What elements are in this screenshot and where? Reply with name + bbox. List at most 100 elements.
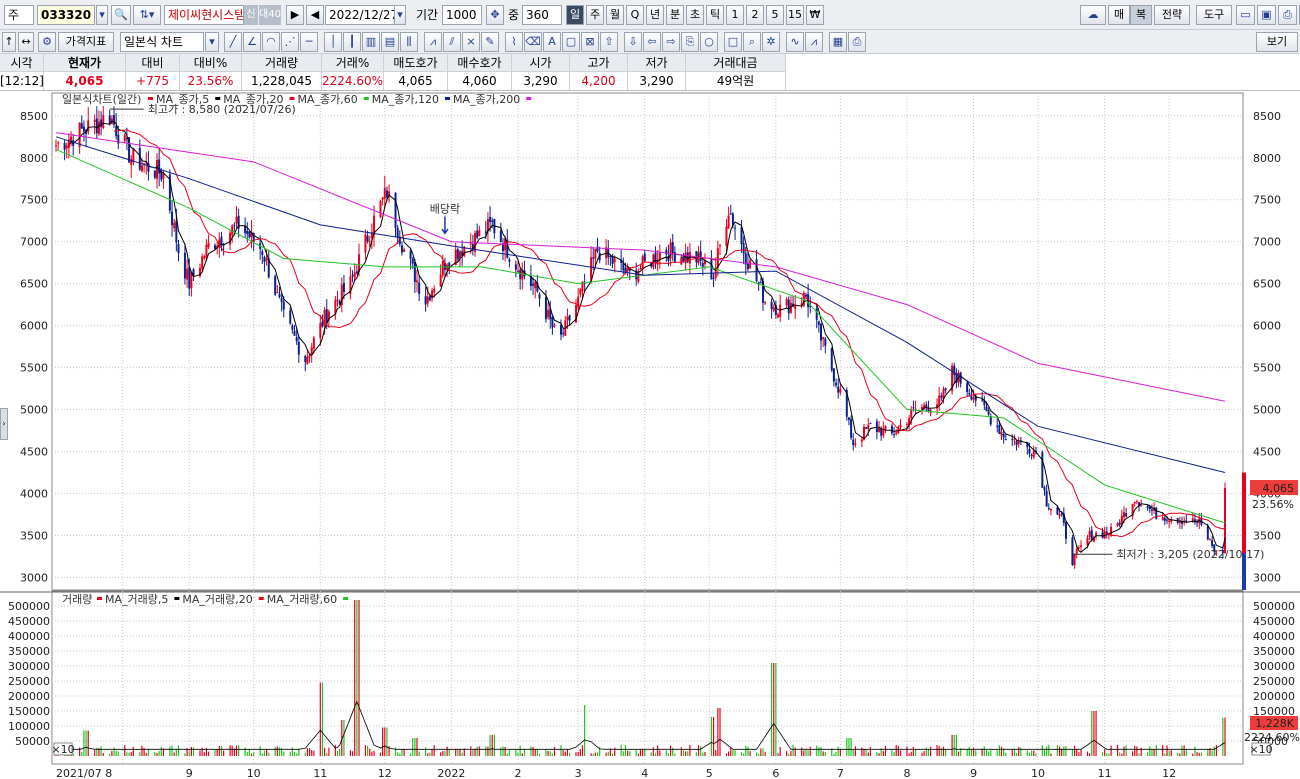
zigzag-tool-button[interactable]: ⩘ — [805, 32, 823, 52]
x-tick-label: 7 — [837, 767, 844, 779]
view-button[interactable]: 보기 — [1256, 32, 1298, 52]
volume-bar — [446, 746, 448, 756]
toolbar-right-button-1[interactable]: 복 — [1130, 5, 1152, 25]
period-button-4[interactable]: 년 — [646, 5, 664, 25]
period-button-8[interactable]: 1 — [726, 5, 744, 25]
price-tick-right: 7000 — [1253, 236, 1281, 249]
pencil-tool-button[interactable]: ✎ — [481, 32, 499, 52]
arrow-up-tool-button[interactable]: ⇧ — [600, 32, 618, 52]
market-select[interactable]: 주 — [4, 5, 34, 25]
volume-bar — [654, 752, 657, 756]
horizontal-line-tool-button[interactable]: ─ — [300, 32, 318, 52]
arrow-right-tool-button[interactable]: ⇨ — [662, 32, 680, 52]
text-tool-button[interactable]: A — [543, 32, 561, 52]
stock-code-input[interactable]: 033320 — [37, 5, 95, 25]
vertical-line-tool-button[interactable]: │ — [324, 32, 342, 52]
volume-bar — [577, 751, 579, 756]
arc-tool-button[interactable]: ◠ — [262, 32, 280, 52]
arrow-down-tool-button[interactable]: ⇩ — [624, 32, 642, 52]
printer-tool-button[interactable]: ⎙ — [848, 32, 866, 52]
period-button-9[interactable]: 2 — [746, 5, 764, 25]
candle-2022-10-04 — [1043, 487, 1046, 491]
channel-tool-button[interactable]: ⫼ — [400, 32, 418, 52]
toolbar-right-button-2[interactable]: 전략 — [1154, 5, 1190, 25]
period-button-5[interactable]: 분 — [666, 5, 684, 25]
eraser-tool-button[interactable]: ⌫ — [524, 32, 542, 52]
date-input[interactable]: 2022/12/27 — [325, 5, 395, 25]
period-button-11[interactable]: 15 — [786, 5, 804, 25]
code-dropdown-button[interactable]: ▾ — [96, 5, 108, 25]
prev-stock-button[interactable]: ◀ — [306, 5, 324, 25]
brush-tool-button[interactable]: ⌇ — [505, 32, 523, 52]
candle-2022-05-10 — [727, 215, 730, 229]
period-button-12[interactable]: ₩ — [806, 5, 824, 25]
magnify-tool-button[interactable]: ⊠ — [581, 32, 599, 52]
period-adjust-button[interactable]: ✥ — [486, 5, 504, 25]
period-button-2[interactable]: 월 — [606, 5, 624, 25]
settings-button[interactable]: ⚙ — [38, 32, 56, 52]
pitchfork-tool-button[interactable]: ⩘ — [424, 32, 442, 52]
volume-bar — [145, 752, 147, 756]
zoom-icon: ⌕ — [748, 35, 756, 48]
save-button[interactable]: ▣ — [1257, 5, 1276, 25]
cloud-button[interactable]: ☁ — [1080, 5, 1106, 25]
chart-area[interactable]: 8500 85008000 80007500 75007000 70006500 6500… — [0, 91, 1300, 779]
zoom-tool-button[interactable]: ⌕ — [743, 32, 761, 52]
expand-button[interactable]: ↔ — [18, 32, 34, 52]
volume-bar — [650, 752, 652, 756]
chart-type-dropdown-button[interactable]: ▾ — [205, 32, 219, 52]
volume-bar — [296, 753, 298, 756]
parallel-tool-button[interactable]: ⫽ — [443, 32, 461, 52]
next-stock-button[interactable]: ▶ — [286, 5, 304, 25]
candle-2022-11-16 — [1135, 501, 1138, 503]
period-button-7[interactable]: 틱 — [706, 5, 724, 25]
grid-lines-tool-button[interactable]: ▥ — [362, 32, 380, 52]
volume-tick-right: 350000 — [1253, 645, 1295, 658]
toolbar-right-button-3[interactable]: 도구 — [1196, 5, 1232, 25]
side-panel-toggle[interactable]: › — [0, 408, 8, 440]
toolbar-right-button-0[interactable]: 매 — [1108, 5, 1130, 25]
scroll-up-button[interactable]: ↑ — [2, 32, 16, 52]
chart-tool-button[interactable]: ▦ — [829, 32, 847, 52]
box-tool-button[interactable]: ▢ — [562, 32, 580, 52]
vertical-lines-tool-button[interactable]: ┃ — [343, 32, 361, 52]
period-button-1[interactable]: 주 — [586, 5, 604, 25]
volume-bar — [147, 749, 150, 756]
note-tool-button[interactable]: ⎘ — [681, 32, 699, 52]
rectangle-tool-button[interactable]: □ — [724, 32, 742, 52]
overlap-input[interactable]: 360 — [522, 5, 562, 25]
price-indicator-button[interactable]: 가격지표 — [58, 32, 114, 52]
search-button[interactable]: 🔍 — [111, 5, 131, 25]
period-button-10[interactable]: 5 — [766, 5, 784, 25]
wave-tool-button[interactable]: ∿ — [786, 32, 804, 52]
cross-line-tool-button[interactable]: ⨯ — [462, 32, 480, 52]
period-input[interactable]: 1000 — [442, 5, 482, 25]
volume-bar — [560, 745, 562, 756]
volume-bar — [459, 748, 461, 756]
volume-bar — [504, 746, 506, 756]
chart-type-select[interactable]: 일본식 차트 — [120, 32, 204, 52]
volume-bar — [1116, 744, 1119, 756]
volume-bar — [384, 727, 386, 756]
volume-bar — [953, 735, 955, 756]
volume-bar — [94, 750, 96, 756]
period-button-0[interactable]: 일 — [566, 5, 584, 25]
print-button[interactable]: ⎙ — [1278, 5, 1297, 25]
fan-tool-button[interactable]: ⋰ — [281, 32, 299, 52]
sort-button[interactable]: ⇅▾ — [133, 5, 161, 25]
vertical-line-icon: │ — [329, 35, 337, 48]
volume-bar — [745, 745, 747, 756]
bug-tool-button[interactable]: ✲ — [762, 32, 780, 52]
folder-button[interactable]: ▭ — [1236, 5, 1255, 25]
period-button-6[interactable]: 초 — [686, 5, 704, 25]
circle-tool-button[interactable]: ○ — [700, 32, 718, 52]
angle-tool-button[interactable]: ∠ — [243, 32, 261, 52]
table-tool-button[interactable]: ▤ — [381, 32, 399, 52]
volume-panel — [51, 590, 1244, 765]
period-button-3[interactable]: Q — [626, 5, 644, 25]
arrow-left-tool-button[interactable]: ⇦ — [643, 32, 661, 52]
volume-bar — [1078, 752, 1080, 756]
trendline-tool-button[interactable]: ╱ — [224, 32, 242, 52]
date-dropdown-button[interactable]: ▾ — [394, 5, 406, 25]
volume-bar — [669, 745, 672, 756]
